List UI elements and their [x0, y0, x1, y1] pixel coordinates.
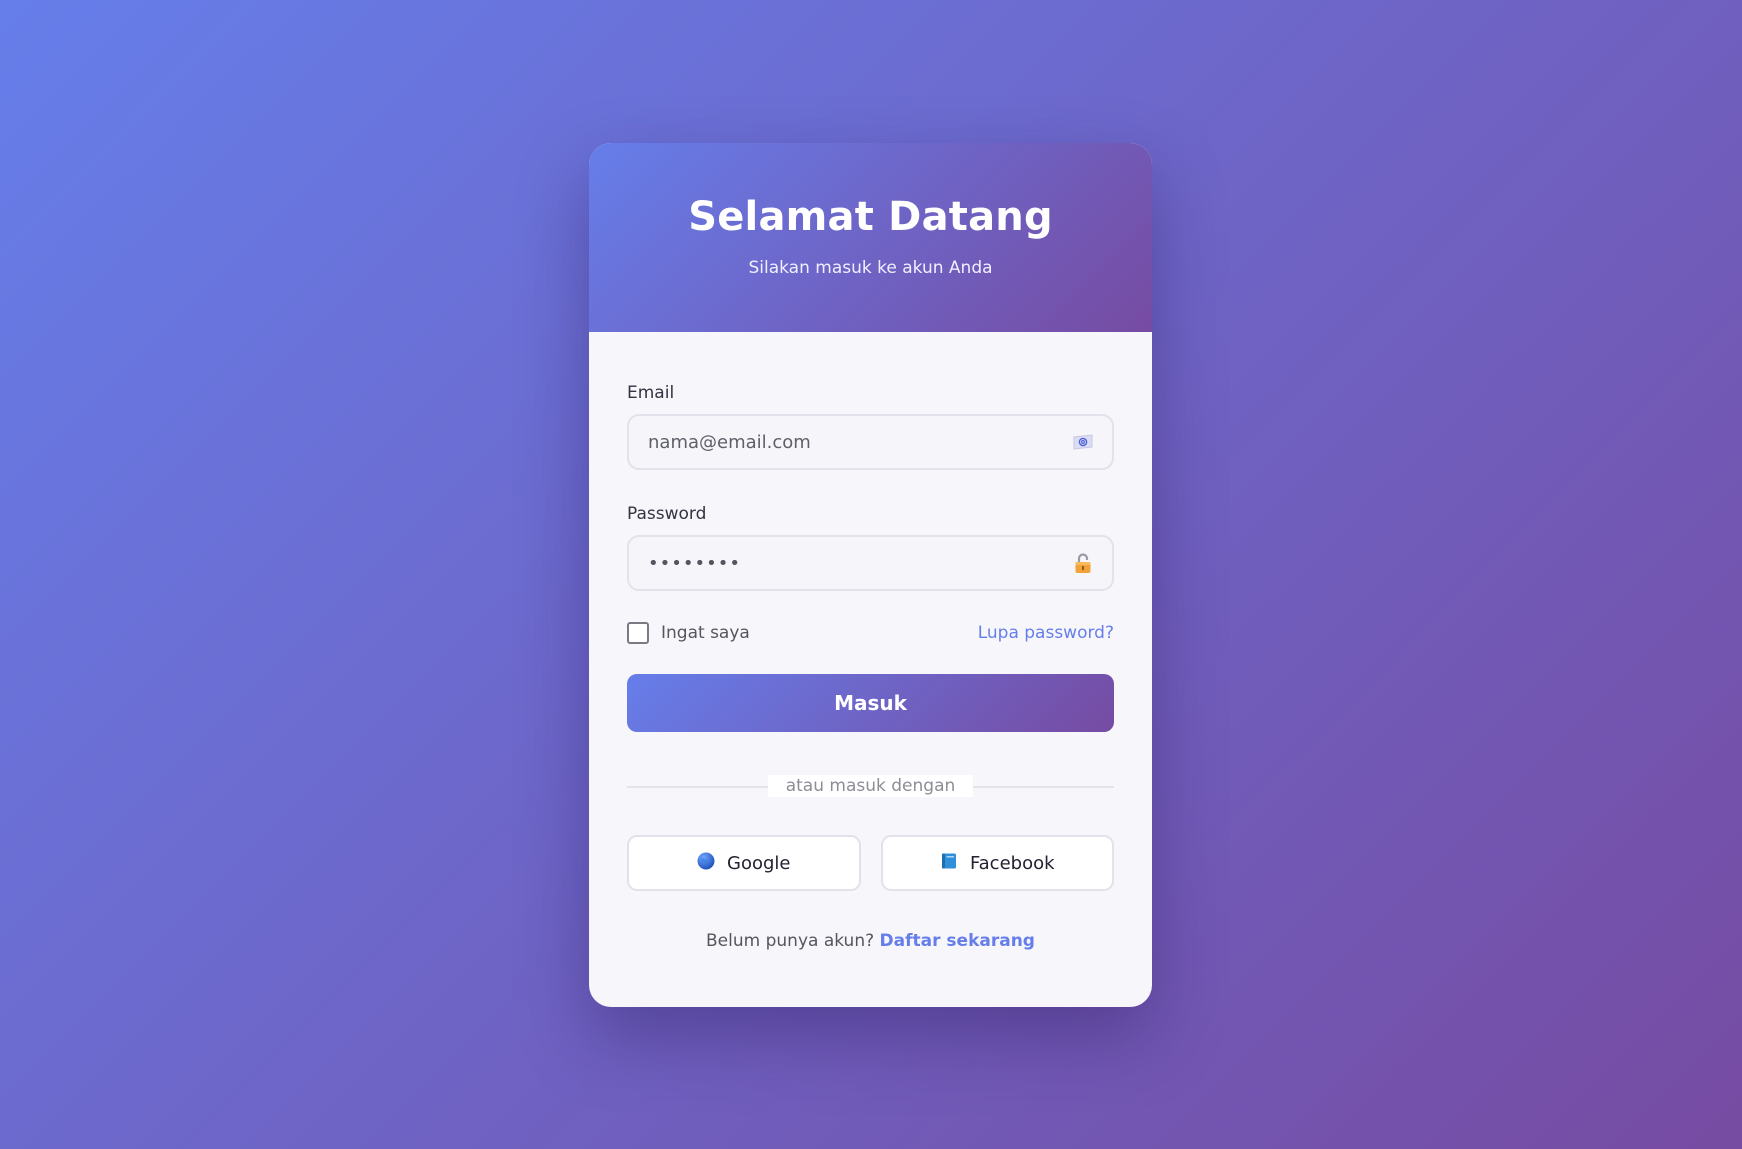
google-label: Google — [727, 852, 791, 874]
password-input[interactable] — [627, 535, 1114, 592]
login-button[interactable]: Masuk — [627, 674, 1114, 733]
forgot-password-link[interactable]: Lupa password? — [978, 623, 1114, 643]
password-label: Password — [627, 504, 707, 525]
divider: atau masuk dengan — [627, 775, 1114, 798]
google-login-button[interactable]: Google — [627, 835, 861, 892]
checkbox-box[interactable] — [627, 622, 649, 645]
blue-book-icon — [940, 852, 958, 875]
at-sign-icon — [1072, 431, 1094, 453]
form-options-row: Ingat saya Lupa password? — [627, 621, 1114, 645]
card-header: Selamat Datang Silakan masuk ke akun And… — [589, 143, 1152, 332]
signup-prompt-text: Belum punya akun? — [706, 931, 875, 952]
email-field-wrapper — [627, 414, 1114, 471]
remember-me-label: Ingat saya — [661, 623, 750, 644]
facebook-login-button[interactable]: Facebook — [880, 835, 1114, 892]
globe-icon — [697, 852, 715, 875]
signup-prompt: Belum punya akun? Daftar sekarang — [627, 931, 1114, 951]
login-card: Selamat Datang Silakan masuk ke akun And… — [589, 143, 1152, 1007]
page-subtitle: Silakan masuk ke akun Anda — [748, 258, 993, 278]
facebook-label: Facebook — [969, 852, 1055, 874]
login-form: Email Password — [589, 332, 1152, 951]
remember-me-checkbox[interactable]: Ingat saya — [627, 622, 750, 645]
email-input[interactable] — [627, 414, 1114, 471]
signup-link[interactable]: Daftar sekarang — [880, 931, 1035, 951]
lock-icon — [1072, 552, 1094, 574]
email-label: Email — [627, 383, 675, 403]
divider-text: atau masuk dengan — [767, 775, 974, 798]
password-field-wrapper — [627, 535, 1114, 592]
page-title: Selamat Datang — [688, 194, 1053, 240]
social-login-row: Google Facebook — [627, 835, 1114, 892]
